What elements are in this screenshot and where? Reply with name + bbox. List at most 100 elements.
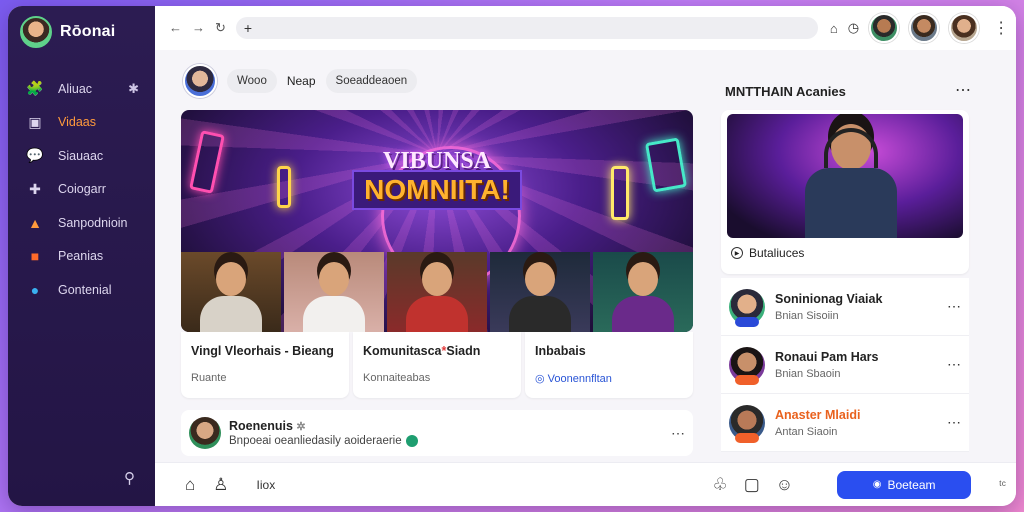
list-item-name: Soninionag Viaiak	[775, 291, 883, 306]
address-bar[interactable]: +	[235, 17, 818, 39]
more-icon[interactable]: ⋯	[671, 425, 685, 442]
more-icon[interactable]: ⋯	[955, 80, 971, 100]
post-chip[interactable]: Soeaddeaoen	[325, 69, 418, 93]
card-title-b: - Bieang	[281, 344, 334, 358]
avatar[interactable]	[909, 13, 940, 43]
square-badge-icon: ■	[30, 248, 40, 265]
brand[interactable]: Rōonai	[20, 16, 115, 48]
post-author[interactable]: Neap	[287, 74, 316, 88]
featured-video[interactable]: ▶ Butaliuces	[721, 110, 969, 274]
card-title-a: Vingl Vleorhais	[191, 344, 282, 358]
card-subtitle: Konnaiteabas	[363, 372, 431, 384]
featured-video-thumbnail[interactable]	[727, 114, 963, 238]
bookmark-icon[interactable]: ▢	[744, 475, 760, 495]
extension-label[interactable]: ᵗᶜ	[999, 478, 1006, 492]
person-face	[319, 262, 349, 296]
headset-icon	[824, 128, 878, 168]
post-chip[interactable]: Wooo	[227, 69, 277, 93]
bottom-bar-left: ⌂ ♙ Iiox	[185, 475, 275, 495]
video-thumbnail[interactable]	[284, 252, 384, 332]
hero-image[interactable]: VIBUNSA NOMNIITA!	[181, 110, 693, 332]
bottom-bar-label[interactable]: Iiox	[257, 478, 276, 492]
sidebar-item-peanias[interactable]: ■ Peanias	[8, 240, 155, 274]
sidebar: Rōonai 🧩 Aliuac ✱ ▣ Vidaas 💬 Siauaac ✚ C…	[8, 6, 155, 506]
more-icon[interactable]: ⋯	[947, 356, 961, 373]
list-item[interactable]: Soninionag Viaiak Bnian Sisoiin ⋯	[721, 278, 969, 336]
bell-icon[interactable]: ⌂	[830, 21, 838, 36]
forward-arrow-icon[interactable]: →	[192, 20, 205, 36]
video-thumbnail[interactable]	[181, 252, 281, 332]
sidebar-item-label: Gontenial	[58, 282, 112, 297]
comment-text-content: Bnpoeai oeanliedasily aoideraerie	[229, 435, 402, 448]
comment-author[interactable]: Roenenuis ✲	[229, 419, 418, 433]
topbar: ← → ↻ + ⌂ ◷ ⋮	[155, 6, 1016, 50]
avatar[interactable]	[869, 13, 900, 43]
app-window: Rōonai 🧩 Aliuac ✱ ▣ Vidaas 💬 Siauaac ✚ C…	[8, 6, 1016, 506]
clock-icon[interactable]: ◷	[848, 20, 859, 36]
chat-icon: 💬	[26, 147, 44, 164]
avatar[interactable]	[729, 404, 765, 443]
card-title-b: Siadn	[446, 344, 481, 358]
sidebar-item-label: Vidaas	[58, 115, 96, 130]
refresh-icon[interactable]: ↻	[215, 20, 226, 36]
sidebar-item-coiogarr[interactable]: ✚ Coiogarr	[8, 173, 155, 207]
more-icon[interactable]: ⋯	[947, 298, 961, 315]
avatar[interactable]	[949, 13, 980, 43]
hero-title-text: NOMNIITA!	[352, 170, 522, 210]
person-body	[303, 296, 365, 332]
home-icon[interactable]: ⌂	[185, 475, 195, 495]
search-icon[interactable]: ⚲	[124, 469, 135, 487]
list-item-subtitle: Antan Siaoin	[775, 425, 838, 438]
bottom-bar: ⌂ ♙ Iiox ♧ ▢ ☺ ◉ Boeteam ᵗᶜ	[155, 462, 1016, 506]
sidebar-item-siauaac[interactable]: 💬 Siauaac	[8, 139, 155, 173]
sidebar-item-vidaas[interactable]: ▣ Vidaas	[8, 106, 155, 140]
card-title: Vingl Vleorhais - Bieang	[191, 344, 339, 358]
sidebar-item-label: Siauaac	[58, 148, 104, 163]
more-icon[interactable]: ⋯	[947, 414, 961, 431]
person-body	[406, 296, 468, 332]
card-subtitle[interactable]: ◎ Voonennfltan	[535, 372, 683, 385]
list-item[interactable]: Ronaui Pam Hars Bnian Sbaoin ⋯	[721, 336, 969, 394]
globe-icon: ◉	[872, 479, 882, 490]
list-item-subtitle: Bnian Sbaoin	[775, 367, 841, 380]
play-icon[interactable]: ▶	[731, 247, 743, 259]
list-item[interactable]: Anaster Mlaidi Antan Siaoin ⋯	[721, 394, 969, 452]
back-arrow-icon[interactable]: ←	[169, 20, 182, 36]
bottom-bar-right: ♧ ▢ ☺ ◉ Boeteam ᵗᶜ	[712, 470, 1006, 499]
card-title: Komunitasca*Siadn	[363, 344, 511, 358]
list-item-text: Soninionag Viaiak Bnian Sisoiin	[775, 292, 882, 322]
kebab-icon[interactable]: ⋮	[993, 18, 1009, 38]
triangle-icon: ▲	[28, 214, 42, 231]
card-title-a: Inbabais	[535, 344, 586, 358]
sidebar-item-sanpodnioin[interactable]: ▲ Sanpodnioin	[8, 206, 155, 240]
pin-icon[interactable]: ✱	[128, 81, 139, 97]
avatar[interactable]	[729, 346, 765, 385]
sidebar-item-aliuac[interactable]: 🧩 Aliuac ✱	[8, 72, 155, 106]
video-thumbnail[interactable]	[490, 252, 590, 332]
emoji-icon[interactable]: ☺	[776, 475, 793, 495]
avatar[interactable]	[729, 288, 765, 327]
video-thumbnail[interactable]	[387, 252, 487, 332]
person-face	[422, 262, 452, 296]
brand-name: Rōonai	[60, 23, 116, 40]
avatar[interactable]	[189, 417, 221, 449]
person-face	[216, 262, 246, 296]
right-panel-title: MNTTHAIN Acanies	[725, 84, 846, 99]
video-card[interactable]: Komunitasca*Siadn Konnaiteabas	[353, 332, 521, 398]
list-item-text: Anaster Mlaidi Antan Siaoin	[775, 408, 860, 438]
sidebar-item-gontenial[interactable]: ● Gontenial	[8, 273, 155, 307]
notification-icon[interactable]: ♧	[712, 475, 727, 495]
user-icon[interactable]: ♙	[213, 475, 228, 495]
address-bar-text: +	[243, 20, 253, 36]
featured-video-label: ▶ Butaliuces	[731, 246, 804, 260]
video-thumbnail[interactable]	[593, 252, 693, 332]
primary-action-button[interactable]: ◉ Boeteam	[837, 470, 972, 499]
avatar[interactable]	[183, 64, 217, 98]
comment-body: Roenenuis ✲ Bnpoeai oeanliedasily aoider…	[229, 419, 418, 447]
video-card[interactable]: Vingl Vleorhais - Bieang Ruante	[181, 332, 349, 398]
puzzle-icon: 🧩	[26, 80, 44, 97]
sidebar-item-label: Coiogarr	[58, 182, 106, 197]
list-item-name: Anaster Mlaidi	[775, 407, 861, 422]
gamepad-icon: ✚	[29, 180, 41, 197]
video-card[interactable]: Inbabais ◎ Voonennfltan	[525, 332, 693, 398]
